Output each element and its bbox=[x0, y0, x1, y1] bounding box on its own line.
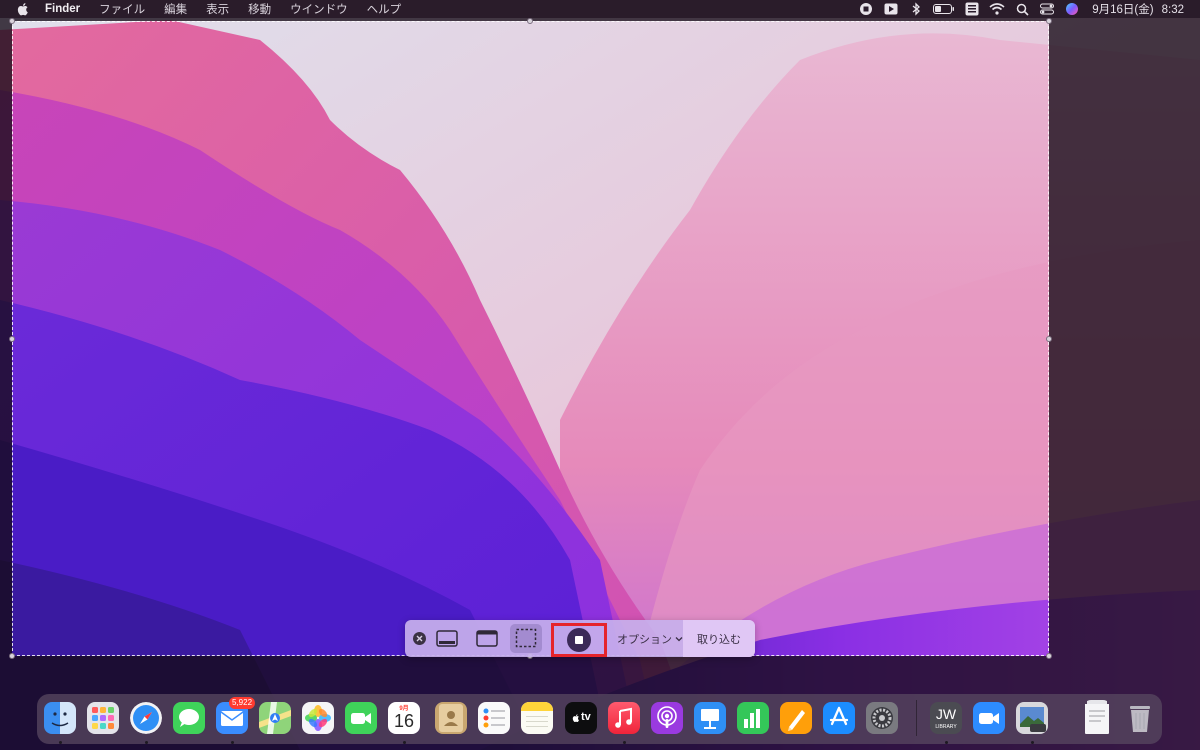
selection-handle-top[interactable] bbox=[527, 18, 533, 24]
selection-handle-right[interactable] bbox=[1046, 336, 1052, 342]
running-indicator bbox=[59, 741, 62, 744]
dock-safari-icon[interactable] bbox=[130, 702, 162, 734]
dock-notes-icon[interactable] bbox=[521, 702, 553, 734]
jw-sublabel: LIBRARY bbox=[935, 724, 957, 730]
running-indicator bbox=[1031, 741, 1034, 744]
record-stop-square bbox=[575, 636, 583, 644]
screenshot-toolbar: オプション 取り込む bbox=[405, 620, 755, 657]
entire-screen-icon bbox=[436, 629, 458, 647]
dock-downloads-stack-icon[interactable] bbox=[1083, 700, 1111, 736]
dock-messages-icon[interactable] bbox=[173, 702, 205, 734]
clock-date: 9月16日(金) bbox=[1092, 4, 1154, 16]
capture-label: 取り込む bbox=[697, 633, 741, 646]
menu-edit[interactable]: 編集 bbox=[164, 1, 187, 17]
running-indicator bbox=[231, 741, 234, 744]
bluetooth-icon[interactable] bbox=[908, 2, 924, 16]
appletv-label: tv bbox=[581, 711, 591, 723]
close-icon bbox=[416, 635, 423, 642]
capture-button[interactable]: 取り込む bbox=[683, 620, 755, 657]
menu-help[interactable]: ヘルプ bbox=[367, 1, 402, 17]
menu-go[interactable]: 移動 bbox=[248, 1, 271, 17]
selection-handle-bottom-right[interactable] bbox=[1046, 653, 1052, 659]
dock-calendar-icon[interactable]: 9月 16 bbox=[388, 702, 420, 734]
menu-bar-status-area: 9月16日(金) 8:32 bbox=[849, 0, 1200, 18]
selection-handle-bottom-left[interactable] bbox=[9, 653, 15, 659]
dock-music-icon[interactable] bbox=[608, 702, 640, 734]
dashed-selection-icon bbox=[515, 628, 537, 648]
menu-bar: Finder ファイル 編集 表示 移動 ウインドウ ヘルプ 9月16日(金) … bbox=[0, 0, 1200, 18]
selection-handle-left[interactable] bbox=[9, 336, 15, 342]
dock-keynote-icon[interactable] bbox=[694, 702, 726, 734]
chevron-down-icon bbox=[675, 636, 683, 641]
record-screen-button[interactable] bbox=[551, 623, 607, 657]
capture-entire-screen-button[interactable] bbox=[435, 627, 459, 649]
menu-view[interactable]: 表示 bbox=[206, 1, 229, 17]
running-indicator bbox=[945, 741, 948, 744]
dock-trash-icon[interactable] bbox=[1124, 702, 1156, 734]
selection-handle-top-left[interactable] bbox=[9, 18, 15, 24]
desktop: Finder ファイル 編集 表示 移動 ウインドウ ヘルプ 9月16日(金) … bbox=[0, 0, 1200, 750]
video-icon[interactable] bbox=[883, 2, 899, 16]
dock-zoom-icon[interactable] bbox=[973, 702, 1005, 734]
wifi-icon[interactable] bbox=[989, 2, 1005, 16]
close-toolbar-button[interactable] bbox=[413, 632, 426, 645]
jw-label: JW bbox=[935, 706, 957, 722]
menu-window[interactable]: ウインドウ bbox=[290, 1, 348, 17]
menu-file[interactable]: ファイル bbox=[99, 1, 145, 17]
menu-app-finder[interactable]: Finder bbox=[45, 3, 80, 15]
menu-bar-clock[interactable]: 9月16日(金) 8:32 bbox=[1092, 1, 1184, 17]
dock-maps-icon[interactable] bbox=[259, 702, 291, 734]
dock-podcasts-icon[interactable] bbox=[651, 702, 683, 734]
dock-appletv-icon[interactable]: tv bbox=[565, 702, 597, 734]
dock-photos-icon[interactable] bbox=[302, 702, 334, 734]
dock-numbers-icon[interactable] bbox=[737, 702, 769, 734]
dock-preview-icon[interactable] bbox=[1016, 702, 1048, 734]
record-stop-icon bbox=[567, 628, 591, 652]
calendar-day: 16 bbox=[393, 711, 415, 731]
capture-window-button[interactable] bbox=[475, 627, 499, 649]
options-menu-button[interactable]: オプション bbox=[616, 620, 684, 657]
running-indicator bbox=[623, 741, 626, 744]
dock-reminders-icon[interactable] bbox=[478, 702, 510, 734]
input-method-icon[interactable] bbox=[964, 2, 980, 16]
dock-mail-icon[interactable]: 5,922 bbox=[216, 697, 256, 734]
capture-selection-button[interactable] bbox=[514, 627, 538, 649]
running-indicator bbox=[403, 741, 406, 744]
dock-system-preferences-icon[interactable] bbox=[866, 702, 898, 734]
dock-pages-icon[interactable] bbox=[780, 702, 812, 734]
dock-separator bbox=[916, 700, 917, 736]
running-indicator bbox=[145, 741, 148, 744]
clock-time: 8:32 bbox=[1161, 4, 1184, 16]
dock-appstore-icon[interactable] bbox=[823, 702, 855, 734]
dock-jwlibrary-icon[interactable]: JW LIBRARY bbox=[930, 702, 962, 734]
dock-contacts-icon[interactable] bbox=[435, 702, 467, 734]
spotlight-search-icon[interactable] bbox=[1014, 2, 1030, 16]
apple-menu-icon[interactable] bbox=[15, 1, 31, 17]
selection-handle-top-right[interactable] bbox=[1046, 18, 1052, 24]
mail-badge: 5,922 bbox=[229, 697, 256, 709]
options-label: オプション bbox=[617, 633, 672, 646]
screen-record-stop-icon[interactable] bbox=[858, 2, 874, 16]
control-center-icon[interactable] bbox=[1039, 2, 1055, 16]
battery-icon[interactable] bbox=[933, 2, 955, 16]
siri-icon[interactable] bbox=[1064, 2, 1080, 16]
capture-selection-rectangle[interactable] bbox=[12, 21, 1049, 656]
dock-finder-icon[interactable] bbox=[44, 702, 76, 734]
dock-launchpad-icon[interactable] bbox=[87, 702, 119, 734]
window-icon bbox=[476, 629, 498, 647]
dock-facetime-icon[interactable] bbox=[345, 702, 377, 734]
